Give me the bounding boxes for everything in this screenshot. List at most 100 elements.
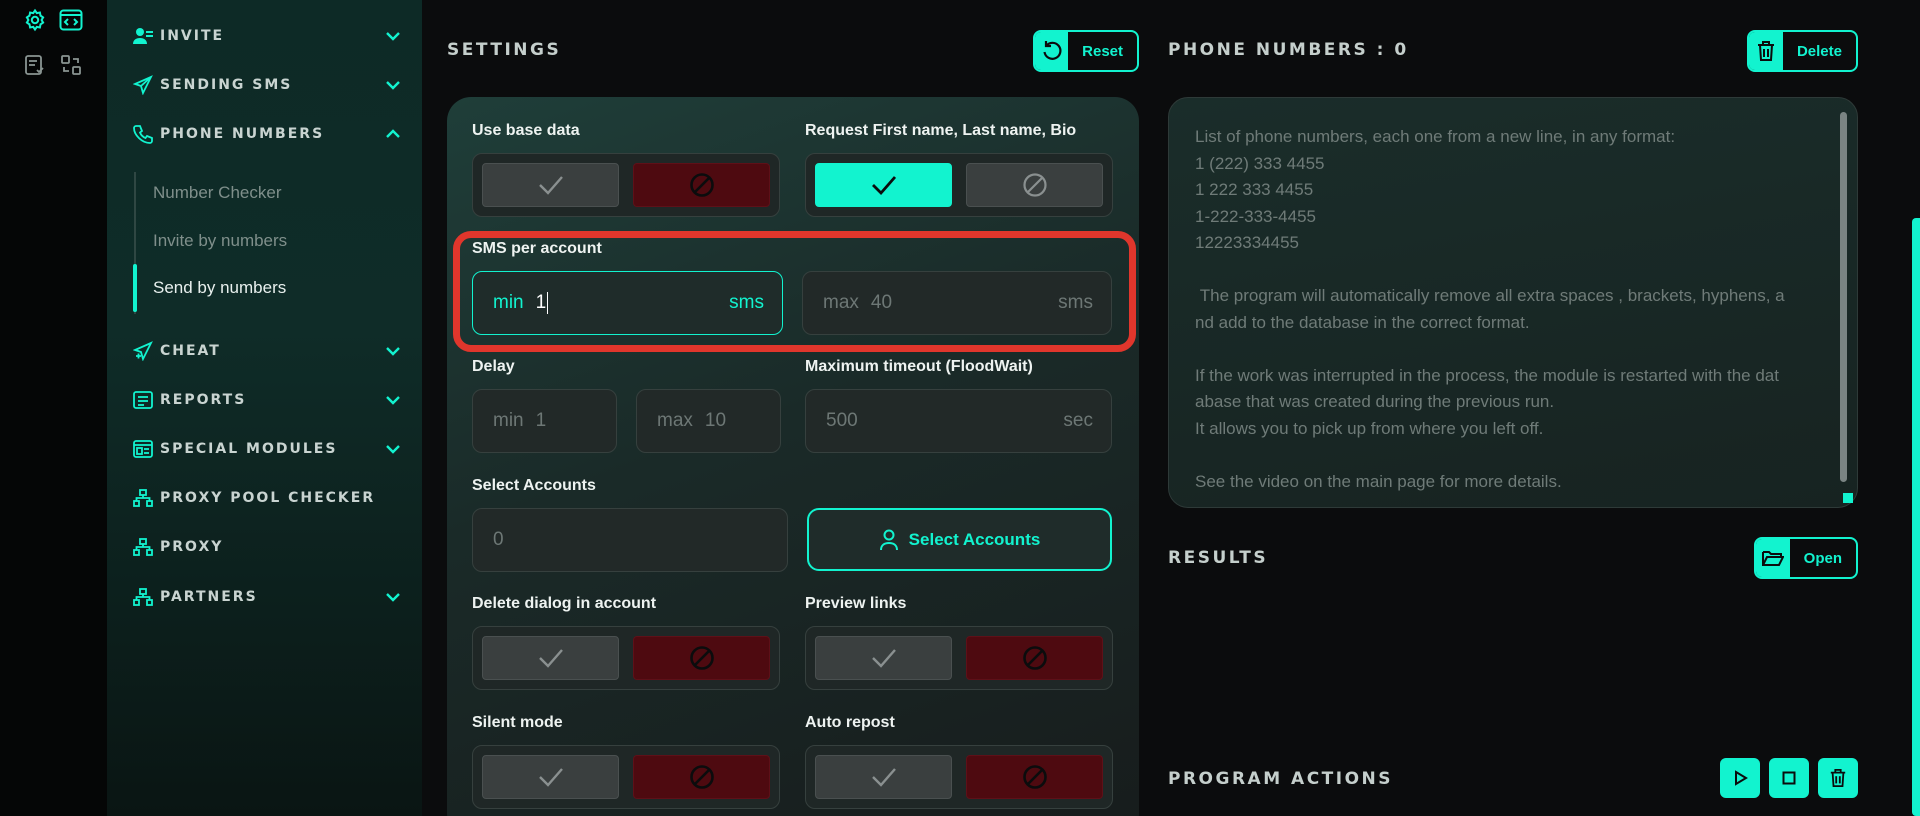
yes-button[interactable] bbox=[815, 636, 952, 680]
yes-button[interactable] bbox=[482, 163, 619, 207]
submenu-active-indicator bbox=[133, 264, 137, 312]
chevron-down-icon bbox=[386, 32, 400, 41]
sidebar-item-reports[interactable]: REPORTS bbox=[132, 385, 402, 415]
no-button[interactable] bbox=[633, 755, 770, 799]
check-icon bbox=[538, 649, 563, 668]
use-base-data-toggle bbox=[472, 153, 780, 217]
delay-max-input[interactable]: max 10 bbox=[636, 389, 781, 453]
forbidden-icon bbox=[689, 646, 714, 670]
check-icon bbox=[871, 768, 896, 787]
user-add-icon bbox=[132, 25, 154, 47]
yes-button[interactable] bbox=[815, 755, 952, 799]
phone-numbers-title: PHONE NUMBERS : 0 bbox=[1168, 40, 1409, 60]
no-button[interactable] bbox=[633, 163, 770, 207]
select-accounts-label-btn: Select Accounts bbox=[908, 529, 1041, 549]
stop-icon bbox=[1782, 771, 1796, 785]
yes-button[interactable] bbox=[482, 755, 619, 799]
reset-label: Reset bbox=[1082, 42, 1123, 60]
sidebar-subitem-number-checker[interactable]: Number Checker bbox=[153, 183, 282, 203]
preview-links-toggle bbox=[805, 626, 1113, 690]
check-icon bbox=[871, 649, 896, 668]
sidebar-item-cheat[interactable]: CHEAT bbox=[132, 336, 402, 366]
play-button[interactable] bbox=[1720, 758, 1760, 798]
sec-suffix: sec bbox=[1063, 410, 1093, 431]
send-icon bbox=[132, 74, 154, 96]
sidebar-item-label: SPECIAL MODULES bbox=[160, 441, 338, 457]
clear-button[interactable] bbox=[1818, 758, 1858, 798]
chevron-down-icon bbox=[386, 81, 400, 90]
modules-icon bbox=[132, 438, 154, 460]
yes-button[interactable] bbox=[815, 163, 952, 207]
sidebar-item-proxy-pool-checker[interactable]: PROXY POOL CHECKER bbox=[132, 483, 402, 513]
sidebar-item-special-modules[interactable]: SPECIAL MODULES bbox=[132, 434, 402, 464]
count-placeholder: 0 bbox=[493, 529, 504, 550]
forbidden-icon bbox=[1022, 173, 1047, 197]
textarea-scrollbar[interactable] bbox=[1840, 112, 1847, 482]
max-timeout-input[interactable]: 500 sec bbox=[805, 389, 1112, 453]
sidebar-item-label: PHONE NUMBERS bbox=[160, 126, 325, 142]
no-button[interactable] bbox=[966, 636, 1103, 680]
min-placeholder: 1 bbox=[535, 410, 547, 431]
auto-repost-label: Auto repost bbox=[805, 714, 895, 731]
open-button[interactable]: Open bbox=[1754, 537, 1858, 579]
silent-mode-label: Silent mode bbox=[472, 714, 563, 731]
check-icon bbox=[871, 176, 896, 196]
sidebar-subitem-send-by-numbers[interactable]: Send by numbers bbox=[153, 278, 286, 298]
sidebar-subitem-invite-by-numbers[interactable]: Invite by numbers bbox=[153, 231, 287, 251]
program-actions-title: PROGRAM ACTIONS bbox=[1168, 769, 1394, 789]
max-placeholder: 10 bbox=[704, 410, 727, 431]
preview-links-label: Preview links bbox=[805, 595, 907, 612]
delay-min-input[interactable]: min 1 bbox=[472, 389, 617, 453]
no-button[interactable] bbox=[966, 755, 1103, 799]
app-window: INVITE SENDING SMS PHONE NUMBERS Number … bbox=[0, 0, 1920, 816]
chevron-down-icon bbox=[386, 396, 400, 405]
sidebar-item-sending-sms[interactable]: SENDING SMS bbox=[132, 70, 402, 100]
sidebar-item-label: PARTNERS bbox=[160, 589, 258, 605]
checklist-icon[interactable] bbox=[22, 52, 48, 78]
auto-repost-toggle bbox=[805, 745, 1113, 809]
select-accounts-label: Select Accounts bbox=[472, 477, 596, 494]
chevron-up-icon bbox=[386, 129, 400, 138]
accounts-count-input[interactable]: 0 bbox=[472, 508, 788, 572]
page-scrollbar[interactable] bbox=[1912, 218, 1920, 816]
sidebar-item-partners[interactable]: PARTNERS bbox=[132, 582, 402, 612]
network-icon bbox=[132, 487, 154, 509]
delay-label: Delay bbox=[472, 358, 515, 375]
trash-icon bbox=[1830, 769, 1846, 787]
check-icon bbox=[538, 768, 563, 787]
reset-button[interactable]: Reset bbox=[1033, 30, 1139, 72]
no-button[interactable] bbox=[633, 636, 770, 680]
select-accounts-button[interactable]: Select Accounts bbox=[807, 508, 1112, 571]
settings-title: SETTINGS bbox=[447, 40, 562, 60]
stop-button[interactable] bbox=[1769, 758, 1809, 798]
delete-dialog-label: Delete dialog in account bbox=[472, 595, 657, 612]
sidebar-item-proxy[interactable]: PROXY bbox=[132, 532, 402, 562]
request-names-toggle bbox=[805, 153, 1113, 217]
sidebar-item-invite[interactable]: INVITE bbox=[132, 21, 402, 51]
forbidden-icon bbox=[1022, 646, 1047, 670]
phone-icon bbox=[132, 123, 154, 145]
send-plus-icon bbox=[132, 340, 154, 362]
icon-rail bbox=[0, 0, 107, 816]
phone-numbers-textarea[interactable]: List of phone numbers, each one from a n… bbox=[1168, 97, 1858, 508]
sidebar-item-phone-numbers[interactable]: PHONE NUMBERS bbox=[132, 119, 402, 149]
delete-button[interactable]: Delete bbox=[1747, 30, 1858, 72]
sidebar-item-label: REPORTS bbox=[160, 392, 247, 408]
sidebar-item-label: PROXY bbox=[160, 539, 224, 555]
play-icon bbox=[1735, 770, 1748, 786]
silent-mode-toggle bbox=[472, 745, 780, 809]
resize-handle[interactable] bbox=[1843, 493, 1853, 503]
min-prefix: min bbox=[493, 410, 524, 431]
forbidden-icon bbox=[689, 765, 714, 789]
use-base-data-label: Use base data bbox=[472, 122, 580, 139]
swap-icon[interactable] bbox=[58, 52, 84, 78]
code-window-icon[interactable] bbox=[58, 7, 84, 33]
settings-icon[interactable] bbox=[22, 7, 48, 33]
delete-label: Delete bbox=[1796, 42, 1842, 60]
report-icon bbox=[132, 389, 154, 411]
yes-button[interactable] bbox=[482, 636, 619, 680]
no-button[interactable] bbox=[966, 163, 1103, 207]
textarea-placeholder: List of phone numbers, each one from a n… bbox=[1195, 127, 1785, 491]
user-icon bbox=[879, 529, 898, 550]
chevron-down-icon bbox=[386, 593, 400, 602]
